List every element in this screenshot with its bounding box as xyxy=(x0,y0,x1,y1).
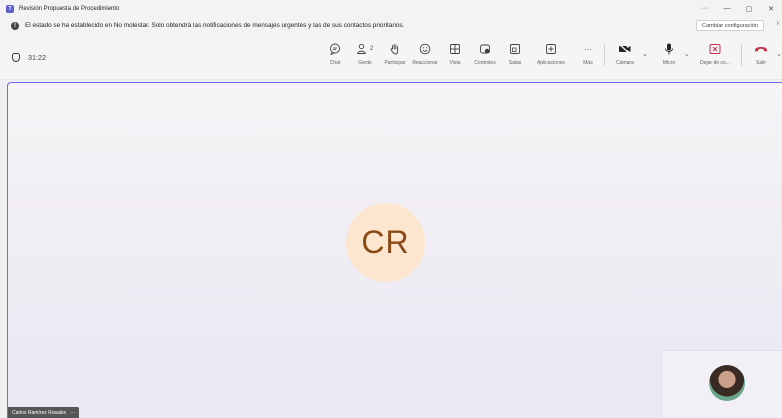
shield-icon xyxy=(12,52,20,62)
more-icon: ··· xyxy=(584,44,592,54)
people-label: Gente xyxy=(358,60,372,66)
self-view-tile[interactable] xyxy=(661,350,782,418)
meeting-stage: CR Carlos Ramírez Rosales ··· xyxy=(7,82,782,418)
smiley-icon xyxy=(419,42,431,56)
info-icon: ! xyxy=(11,21,19,30)
meeting-timer: 31:22 xyxy=(12,34,46,80)
participant-name: Carlos Ramírez Rosales xyxy=(12,409,67,416)
chevron-right-icon[interactable]: › xyxy=(777,20,779,27)
chat-label: Chat xyxy=(329,60,341,66)
rooms-label: Salas xyxy=(508,60,522,66)
controls-icon xyxy=(479,42,491,56)
view-label: Vista xyxy=(449,60,461,66)
stop-sharing-label: Dejar de co... xyxy=(700,60,730,66)
teams-logo-icon: T xyxy=(6,4,14,13)
timer-value: 31:22 xyxy=(28,52,46,62)
apps-icon xyxy=(545,42,557,56)
react-label: Reaccionar xyxy=(412,60,438,66)
microphone-icon xyxy=(664,42,674,56)
people-count: 2 xyxy=(369,46,374,52)
chat-icon xyxy=(329,42,341,56)
raise-hand-icon xyxy=(389,42,401,56)
people-button[interactable]: 2 Gente xyxy=(350,42,380,66)
hang-up-icon xyxy=(754,42,768,56)
more-label: Más xyxy=(583,60,593,66)
self-avatar xyxy=(709,365,745,401)
mic-label: Micro xyxy=(662,60,676,66)
leave-chevron-down-icon[interactable]: ⌄ xyxy=(776,50,782,58)
raise-hand-label: Participar xyxy=(384,60,406,66)
toolbar-separator xyxy=(604,44,605,66)
rooms-button[interactable]: Salas xyxy=(500,42,530,66)
window-controls: ··· — ▢ ✕ xyxy=(694,0,782,17)
mic-button[interactable]: Micro xyxy=(654,42,684,66)
close-button[interactable]: ✕ xyxy=(760,5,782,13)
people-icon: 2 xyxy=(357,42,373,56)
window-title: Revisión Propuesta de Procedimiento xyxy=(19,5,120,12)
title-bar: T Revisión Propuesta de Procedimiento ··… xyxy=(0,0,782,17)
chat-button[interactable]: Chat xyxy=(320,42,350,66)
camera-label: Cámara xyxy=(616,60,634,66)
meeting-toolbar: 31:22 Chat 2 Gente Participar Reaccionar… xyxy=(0,34,782,80)
react-button[interactable]: Reaccionar xyxy=(410,42,440,66)
camera-chevron-down-icon[interactable]: ⌄ xyxy=(642,50,648,58)
toolbar-separator xyxy=(741,44,742,66)
raise-hand-button[interactable]: Participar xyxy=(380,42,410,66)
change-settings-button[interactable]: Cambiar configuración xyxy=(696,20,764,31)
dnd-notification-bar: ! El estado se ha establecido en No mole… xyxy=(0,17,782,34)
controls-label: Controles xyxy=(474,60,496,66)
stop-share-icon xyxy=(709,42,721,56)
maximize-button[interactable]: ▢ xyxy=(738,5,760,13)
mic-chevron-down-icon[interactable]: ⌄ xyxy=(684,50,690,58)
participant-avatar: CR xyxy=(346,203,425,282)
leave-button[interactable]: Salir xyxy=(746,42,776,66)
stop-sharing-button[interactable]: Dejar de co... xyxy=(694,42,736,66)
camera-off-icon xyxy=(618,42,632,56)
notification-message: El estado se ha establecido en No molest… xyxy=(25,22,405,29)
camera-button[interactable]: Cámara xyxy=(610,42,640,66)
controls-button[interactable]: Controles xyxy=(470,42,500,66)
rooms-icon xyxy=(509,42,521,56)
participant-more-icon[interactable]: ··· xyxy=(70,410,75,416)
apps-button[interactable]: Aplicaciones xyxy=(530,42,572,66)
view-grid-icon xyxy=(449,42,461,56)
minimize-button[interactable]: — xyxy=(716,5,738,12)
window-more-button[interactable]: ··· xyxy=(694,5,716,12)
view-button[interactable]: Vista xyxy=(440,42,470,66)
more-button[interactable]: ··· Más xyxy=(572,42,604,67)
leave-label: Salir xyxy=(755,60,766,66)
apps-label: Aplicaciones xyxy=(536,60,566,66)
meeting-tools: Chat 2 Gente Participar Reaccionar Vista… xyxy=(320,42,604,66)
participant-name-tag[interactable]: Carlos Ramírez Rosales ··· xyxy=(8,407,80,418)
